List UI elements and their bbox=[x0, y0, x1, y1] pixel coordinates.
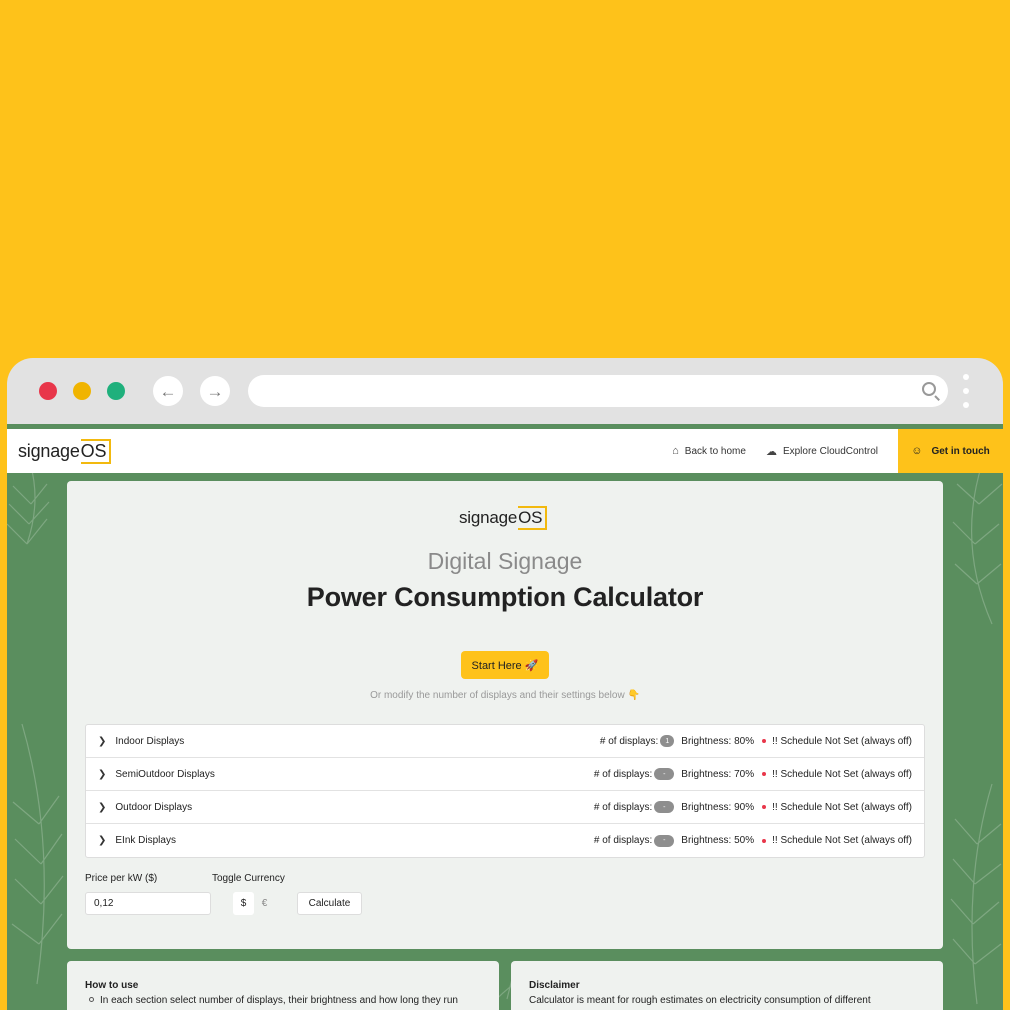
chevron-right-icon: ❯ bbox=[98, 835, 107, 846]
how-to-use-title: How to use bbox=[85, 980, 139, 991]
display-row-outdoor[interactable]: ❯ Outdoor Displays # of displays: - Brig… bbox=[86, 791, 924, 824]
home-icon: ⌂ bbox=[672, 445, 679, 457]
how-to-use-card: How to use In each section select number… bbox=[67, 961, 499, 1010]
how-to-use-item: In each section select number of display… bbox=[85, 995, 481, 1006]
chevron-right-icon: ❯ bbox=[98, 735, 107, 747]
display-name: EInk Displays bbox=[115, 835, 176, 846]
status-dot-icon bbox=[762, 772, 767, 776]
close-window-button[interactable] bbox=[39, 382, 57, 400]
calculate-button[interactable]: Calculate bbox=[297, 892, 362, 915]
display-row-eink[interactable]: ❯ EInk Displays # of displays: - Brightn… bbox=[86, 824, 924, 857]
maximize-window-button[interactable] bbox=[107, 382, 125, 400]
disclaimer-card: Disclaimer Calculator is meant for rough… bbox=[511, 961, 943, 1010]
arrow-right-icon[interactable]: → bbox=[200, 376, 230, 406]
address-bar[interactable] bbox=[248, 375, 948, 407]
chevron-right-icon: ❯ bbox=[98, 768, 107, 780]
cloud-icon: ☁ bbox=[765, 445, 777, 458]
status-dot-icon bbox=[762, 739, 767, 743]
minimize-window-button[interactable] bbox=[73, 382, 91, 400]
signageos-logo[interactable]: signage OS bbox=[18, 438, 112, 464]
browser-window: ← → signage OS ⌂ Back to home ☁ Explore … bbox=[7, 358, 1003, 1010]
search-icon[interactable] bbox=[922, 382, 936, 396]
disclaimer-title: Disclaimer bbox=[529, 980, 580, 991]
display-count-badge: - bbox=[654, 801, 675, 813]
display-count-badge: 1 bbox=[660, 735, 675, 747]
back-to-home-link[interactable]: ⌂ Back to home bbox=[672, 445, 746, 457]
currency-usd-button[interactable]: $ bbox=[233, 892, 254, 915]
display-count-badge: - bbox=[654, 834, 675, 847]
status-dot-icon bbox=[762, 838, 767, 843]
page-title: Power Consumption Calculator bbox=[306, 582, 704, 612]
chevron-right-icon: ❯ bbox=[98, 801, 107, 813]
display-name: Outdoor Displays bbox=[115, 801, 193, 813]
browser-chrome: ← → bbox=[7, 358, 1003, 424]
currency-eur-button[interactable]: € bbox=[254, 892, 275, 915]
status-dot-icon bbox=[762, 805, 767, 809]
price-label: Price per kW ($) bbox=[85, 873, 158, 884]
top-navigation-bar: signage OS ⌂ Back to home ☁ Explore Cloud… bbox=[7, 429, 1003, 473]
hint-text: Or modify the number of displays and the… bbox=[370, 690, 640, 701]
get-in-touch-button[interactable]: ☺ Get in touch bbox=[898, 429, 1003, 473]
display-count-badge: - bbox=[654, 768, 675, 780]
page-subtitle: Digital Signage bbox=[427, 548, 583, 574]
display-name: SemiOutdoor Displays bbox=[115, 768, 215, 780]
hero-logo: signage OS bbox=[459, 506, 548, 530]
display-row-indoor[interactable]: ❯ Indoor Displays # of displays: 1 Brigh… bbox=[86, 725, 924, 758]
start-here-button[interactable]: Start Here 🚀 bbox=[461, 651, 549, 679]
smile-icon: ☺ bbox=[911, 445, 923, 457]
explore-cloudcontrol-link[interactable]: ☁ Explore CloudControl bbox=[766, 445, 878, 458]
bullet-icon bbox=[89, 997, 94, 1002]
price-input[interactable]: 0,12 bbox=[85, 892, 211, 915]
calculator-card: signage OS Digital Signage Power Consumpt… bbox=[67, 481, 943, 949]
disclaimer-text: Calculator is meant for rough estimates … bbox=[529, 995, 871, 1006]
currency-toggle-label: Toggle Currency bbox=[212, 873, 285, 884]
display-name: Indoor Displays bbox=[115, 735, 185, 747]
display-row-semioutdoor[interactable]: ❯ SemiOutdoor Displays # of displays: - … bbox=[86, 758, 924, 791]
arrow-left-icon[interactable]: ← bbox=[153, 376, 183, 406]
page-viewport: signage OS ⌂ Back to home ☁ Explore Cloud… bbox=[7, 424, 1003, 1010]
display-sections-list: ❯ Indoor Displays # of displays: 1 Brigh… bbox=[85, 724, 925, 858]
kebab-menu-icon[interactable] bbox=[961, 374, 971, 408]
